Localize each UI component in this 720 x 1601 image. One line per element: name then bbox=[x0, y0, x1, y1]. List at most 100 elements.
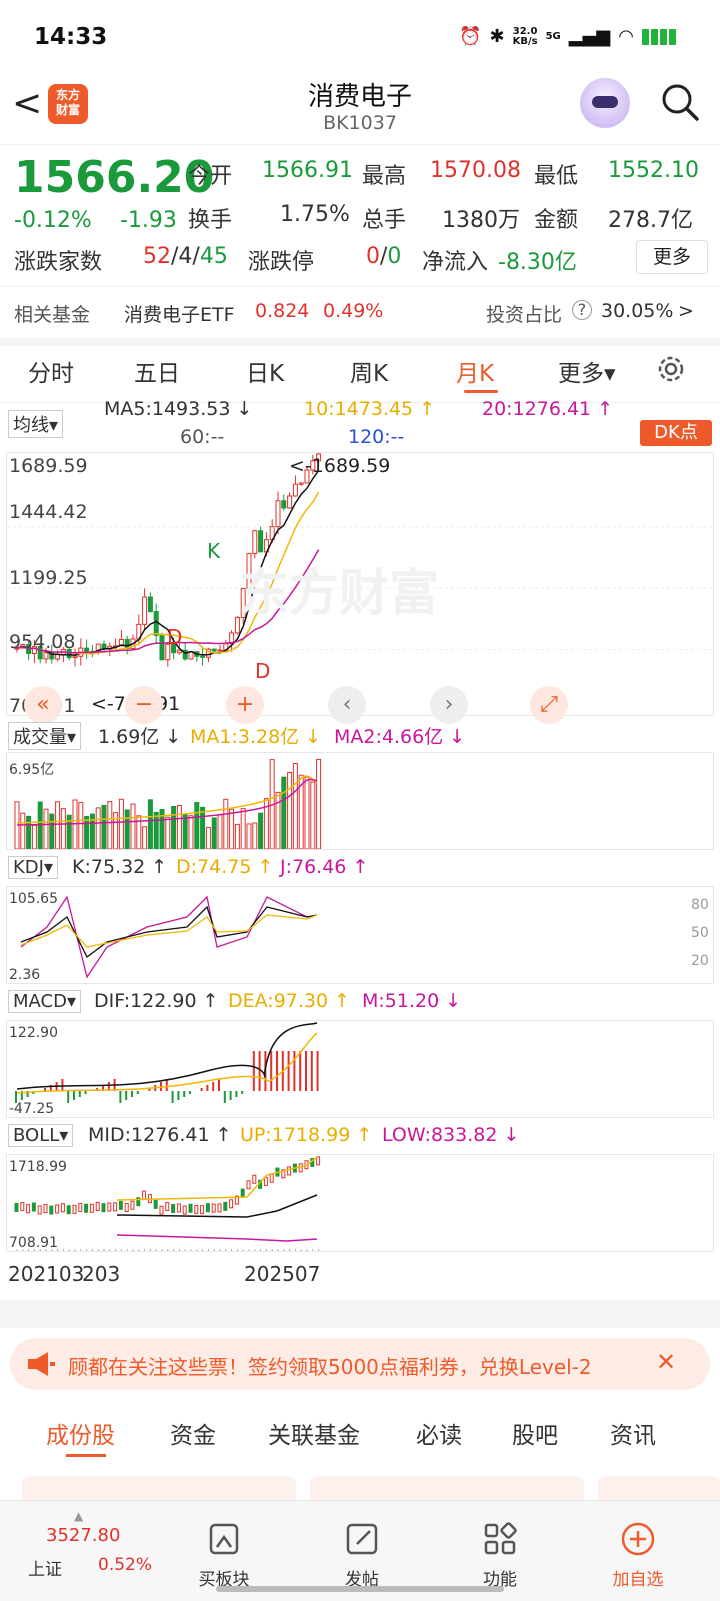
index-value[interactable]: 3527.80 bbox=[46, 1525, 120, 1546]
functions-button[interactable]: 功能 bbox=[460, 1519, 540, 1590]
boll-selector[interactable]: BOLL▾ bbox=[8, 1124, 74, 1147]
macd-m: M:51.20 ↓ bbox=[362, 990, 462, 1012]
status-time: 14:33 bbox=[34, 24, 108, 50]
ma10-value: 10:1473.45 ↑ bbox=[304, 398, 436, 420]
watermark: 东方财富 bbox=[239, 564, 439, 622]
chevron-right-icon[interactable]: > bbox=[678, 300, 694, 322]
high-value: 1570.08 bbox=[430, 158, 521, 183]
grid-icon bbox=[484, 1522, 517, 1555]
zoom-in-button[interactable]: + bbox=[226, 686, 264, 724]
tab-forum[interactable]: 股吧 bbox=[512, 1416, 558, 1450]
boll-max-label: 1718.99 bbox=[9, 1159, 67, 1175]
dk-point-button[interactable]: DK点 bbox=[640, 420, 712, 446]
volume-selector[interactable]: 成交量▾ bbox=[8, 722, 82, 750]
period-tabs: 分时 五日 日K 周K 月K 更多▾ bbox=[0, 346, 720, 403]
volume-value: 1380万 bbox=[442, 208, 520, 233]
breadth-label: 涨跌家数 bbox=[14, 250, 103, 275]
fund-price: 0.824 bbox=[255, 300, 310, 322]
plus-circle-icon bbox=[621, 1522, 655, 1556]
kdj-level-80: 80 bbox=[691, 897, 709, 913]
tab-five-day[interactable]: 五日 bbox=[134, 354, 180, 388]
buy-sector-button[interactable]: 买板块 bbox=[184, 1519, 264, 1590]
x-axis-end: 202507 bbox=[244, 1262, 321, 1286]
boll-min-label: 708.91 bbox=[9, 1235, 58, 1251]
add-watchlist-button[interactable]: 加自选 bbox=[598, 1519, 678, 1590]
fullscreen-button[interactable]: ⤢ bbox=[530, 686, 568, 724]
boll-chart[interactable]: 1718.99 708.91 bbox=[6, 1154, 714, 1252]
macd-dea: DEA:97.30 ↑ bbox=[228, 990, 351, 1012]
tab-funds-flow[interactable]: 资金 bbox=[170, 1416, 216, 1450]
open-value: 1566.91 bbox=[262, 158, 353, 183]
settings-gear-icon[interactable] bbox=[654, 352, 688, 386]
status-bar: 14:33 ⏰ ✱ 32.0 KB/s 5G ▂▄▆ ◠ bbox=[0, 0, 720, 74]
zoom-out-button[interactable]: − bbox=[125, 686, 163, 724]
banner-close-icon[interactable]: ✕ bbox=[656, 1348, 676, 1376]
volume-label: 总手 bbox=[362, 208, 407, 233]
volume-ma1: MA1:3.28亿 ↓ bbox=[190, 726, 322, 748]
scroll-right-button[interactable]: › bbox=[430, 686, 468, 724]
boll-mid: MID:1276.41 ↑ bbox=[88, 1124, 232, 1146]
x-axis-start: 202103 bbox=[8, 1262, 85, 1286]
d-mark-2: D bbox=[255, 659, 271, 683]
tab-constituents[interactable]: 成份股 bbox=[46, 1416, 115, 1450]
boll-low: LOW:833.82 ↓ bbox=[382, 1124, 520, 1146]
volume-chart[interactable]: 6.95亿 bbox=[6, 752, 714, 850]
tab-related-funds[interactable]: 关联基金 bbox=[268, 1416, 360, 1450]
ratio-value: 30.05% bbox=[601, 300, 674, 322]
fund-label: 相关基金 bbox=[14, 304, 91, 326]
nav-bar: < 东方 财富 消费电子 BK1037 bbox=[0, 74, 720, 145]
index-pct[interactable]: 0.52% bbox=[98, 1555, 152, 1575]
tab-monthly-k[interactable]: 月K bbox=[456, 354, 494, 388]
turnover-value: 1.75% bbox=[280, 202, 350, 227]
tab-more[interactable]: 更多▾ bbox=[558, 354, 616, 388]
bluetooth-icon: ✱ bbox=[489, 26, 505, 47]
promo-banner[interactable]: 顾都在关注这些票！签约领取5000点福利券，兑换Level-2 ✕ bbox=[10, 1338, 710, 1390]
inflow-value: -8.30亿 bbox=[498, 250, 577, 275]
tab-daily-k[interactable]: 日K bbox=[246, 354, 284, 388]
last-price: 1566.20 bbox=[14, 152, 215, 203]
banner-text[interactable]: 顾都在关注这些票！签约领取5000点福利券，兑换Level-2 bbox=[68, 1351, 668, 1380]
card-2[interactable] bbox=[310, 1476, 584, 1502]
help-icon[interactable]: ? bbox=[572, 300, 592, 320]
post-button[interactable]: 发帖 bbox=[322, 1519, 402, 1590]
ma60-value: 60:-- bbox=[180, 426, 225, 448]
ma-selector[interactable]: 均线▾ bbox=[8, 410, 64, 438]
kdj-selector[interactable]: KDJ▾ bbox=[8, 856, 59, 879]
card-3[interactable] bbox=[598, 1476, 720, 1502]
more-quote-button[interactable]: 更多 bbox=[636, 240, 708, 274]
buy-sector-icon bbox=[209, 1523, 239, 1555]
macd-chart[interactable]: 122.90 -47.25 bbox=[6, 1020, 714, 1118]
status-icons: ⏰ ✱ 32.0 KB/s 5G ▂▄▆ ◠ bbox=[459, 26, 676, 47]
assistant-avatar-icon[interactable] bbox=[580, 78, 630, 128]
card-1[interactable] bbox=[22, 1476, 296, 1502]
ma20-value: 20:1276.41 ↑ bbox=[482, 398, 614, 420]
tab-must-read[interactable]: 必读 bbox=[416, 1416, 462, 1450]
macd-dif: DIF:122.90 ↑ bbox=[94, 990, 219, 1012]
tab-weekly-k[interactable]: 周K bbox=[350, 354, 388, 388]
scroll-left-fast-button[interactable]: « bbox=[24, 686, 62, 724]
fund-pct: 0.49% bbox=[323, 300, 384, 322]
tab-intraday[interactable]: 分时 bbox=[28, 354, 74, 388]
volume-max-label: 6.95亿 bbox=[9, 762, 55, 778]
breadth-values: 52/4/45 bbox=[143, 244, 228, 269]
related-fund-row[interactable]: 相关基金 消费电子ETF 0.824 0.49% 投资占比 ? 30.05% > bbox=[0, 290, 720, 346]
kdj-j: J:76.46 ↑ bbox=[280, 856, 369, 878]
ratio-label: 投资占比 bbox=[486, 304, 563, 326]
scroll-left-button[interactable]: ‹ bbox=[328, 686, 366, 724]
tab-news[interactable]: 资讯 bbox=[610, 1416, 656, 1450]
kline-chart[interactable]: 1689.59 1444.42 1199.25 954.08 708.91 <-… bbox=[6, 452, 714, 716]
index-name[interactable]: 上证 bbox=[28, 1555, 62, 1580]
ma120-value: 120:-- bbox=[348, 426, 405, 448]
fund-name[interactable]: 消费电子ETF bbox=[124, 300, 235, 327]
home-indicator bbox=[216, 1586, 504, 1592]
y-label-2: 1444.42 bbox=[9, 501, 88, 523]
low-label: 最低 bbox=[534, 164, 579, 189]
macd-selector[interactable]: MACD▾ bbox=[8, 990, 81, 1013]
content-tab-underline bbox=[66, 1454, 106, 1457]
tab-underline bbox=[464, 390, 498, 393]
kdj-chart[interactable]: 105.65 2.36 80 50 20 bbox=[6, 886, 714, 984]
low-value: 1552.10 bbox=[608, 158, 699, 183]
search-icon[interactable] bbox=[660, 82, 700, 122]
section-divider bbox=[0, 1300, 720, 1328]
kdj-k: K:75.32 ↑ bbox=[72, 856, 168, 878]
